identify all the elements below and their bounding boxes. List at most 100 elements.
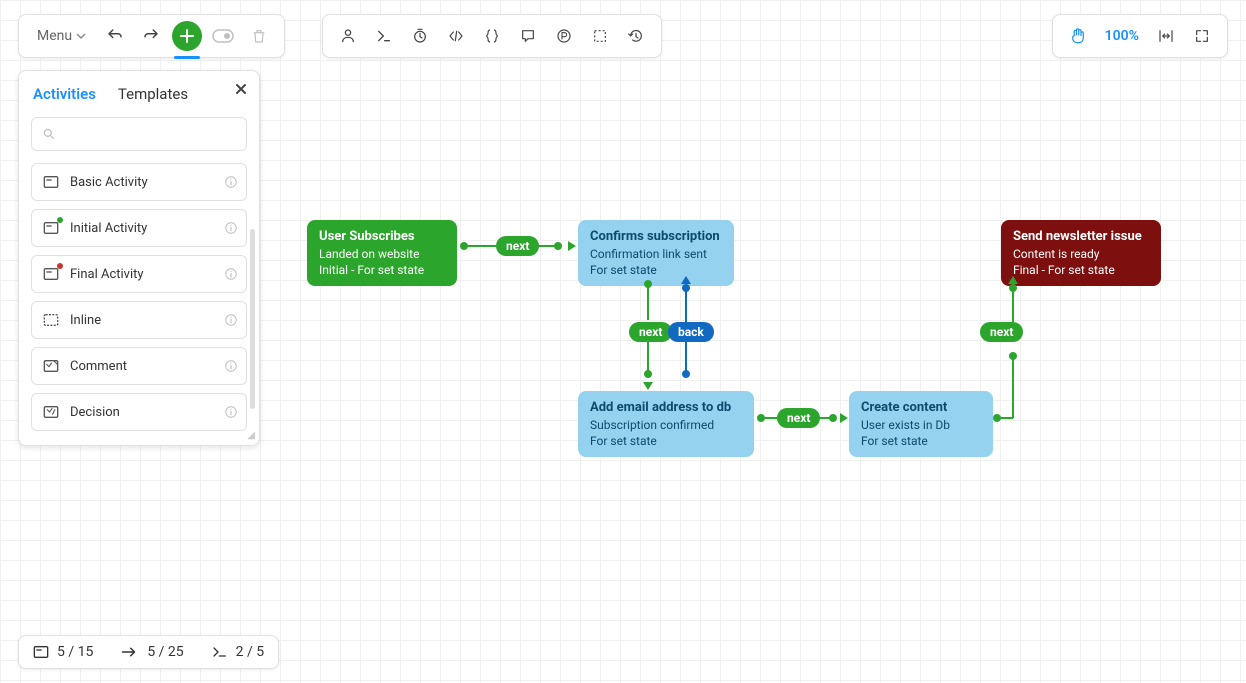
edge-port [829,414,837,422]
history-button[interactable] [621,21,651,51]
initial-activity-icon [42,219,60,237]
panel-item-initial-activity[interactable]: Initial Activity [31,209,247,247]
history-icon [628,28,644,44]
arrow-icon [121,645,139,659]
activities-panel: Activities Templates Basic Activity Init… [18,70,260,446]
stat-activities[interactable]: 5 / 15 [33,644,93,660]
panel-item-comment[interactable]: Comment [31,347,247,385]
comment-icon [42,357,60,375]
params-button[interactable] [549,21,579,51]
menu-dropdown[interactable]: Menu [29,21,94,51]
braces-button[interactable] [477,21,507,51]
clock-icon [412,28,428,44]
fit-width-button[interactable] [1151,21,1181,51]
node-title: Create content [861,399,981,417]
final-activity-icon [42,265,60,283]
select-button[interactable] [585,21,615,51]
node-title: Add email address to db [590,399,742,417]
info-icon[interactable] [224,175,238,189]
undo-icon [106,27,124,45]
edge-label-next[interactable]: next [980,322,1023,342]
actor-button[interactable] [333,21,363,51]
panel-item-inline[interactable]: Inline [31,301,247,339]
edge-arrow [840,413,848,423]
panel-item-decision[interactable]: Decision [31,393,247,431]
activity-icon [33,645,49,659]
toolbar-view: 100% [1052,14,1228,58]
node-confirms-subscription[interactable]: Confirms subscription Confirmation link … [578,220,734,286]
command-button[interactable] [369,21,399,51]
node-title: Send newsletter issue [1013,228,1149,246]
timer-button[interactable] [405,21,435,51]
stat-value: 5 / 15 [57,644,93,660]
zoom-level[interactable]: 100% [1099,28,1145,44]
panel-tabs: Activities Templates [31,81,247,107]
edge-arrow [643,382,653,390]
panel-item-label: Initial Activity [70,221,147,236]
panel-item-basic-activity[interactable]: Basic Activity [31,163,247,201]
edge-label-back[interactable]: back [668,322,714,342]
toolbar-main: Menu [18,14,285,58]
stat-transitions[interactable]: 5 / 25 [121,644,183,660]
inline-icon [42,311,60,329]
basic-activity-icon [42,173,60,191]
node-user-subscribes[interactable]: User Subscribes Landed on website Initia… [307,220,457,286]
decision-icon [42,403,60,421]
chevron-down-icon [76,31,86,41]
edge-label-next[interactable]: next [629,322,672,342]
info-icon[interactable] [224,267,238,281]
edge-line [1012,290,1014,323]
panel-item-final-activity[interactable]: Final Activity [31,255,247,293]
info-icon[interactable] [224,359,238,373]
edge-arrow [681,276,691,284]
edge-port [1009,352,1017,360]
edge-label-next[interactable]: next [777,408,820,428]
node-subtitle: Content is ready [1013,246,1149,262]
pan-button[interactable] [1063,21,1093,51]
toggle-button[interactable] [208,21,238,51]
toolbar-tools [322,14,662,58]
status-bar: 5 / 15 5 / 25 2 / 5 [18,635,279,669]
panel-item-label: Basic Activity [70,175,148,190]
close-panel-button[interactable] [235,83,247,95]
hand-icon [1069,27,1087,45]
node-add-email[interactable]: Add email address to db Subscription con… [578,391,754,457]
trash-icon [251,28,267,44]
node-state: For set state [861,433,981,449]
panel-list: Basic Activity Initial Activity Final Ac… [31,163,247,431]
stat-commands[interactable]: 2 / 5 [212,644,264,660]
panel-scrollbar[interactable] [250,229,255,409]
node-state: For set state [590,433,742,449]
redo-button[interactable] [136,21,166,51]
fit-width-icon [1157,28,1175,44]
edge-line [466,245,496,247]
edge-line [685,290,687,322]
panel-item-label: Decision [70,405,120,420]
tab-activities[interactable]: Activities [31,81,98,107]
panel-search-input[interactable] [31,117,247,151]
code-icon [447,28,465,44]
edge-label-next[interactable]: next [496,236,539,256]
resize-handle-icon[interactable]: ◢ [247,430,255,441]
edge-line [999,417,1013,419]
info-icon[interactable] [224,221,238,235]
chat-button[interactable] [513,21,543,51]
undo-button[interactable] [100,21,130,51]
node-state: Initial - For set state [319,262,445,278]
info-icon[interactable] [224,313,238,327]
braces-icon [484,28,500,44]
add-button[interactable] [172,21,202,51]
info-icon[interactable] [224,405,238,419]
plus-icon [180,29,194,43]
node-send-newsletter[interactable]: Send newsletter issue Content is ready F… [1001,220,1161,286]
panel-item-label: Comment [70,359,127,374]
delete-button[interactable] [244,21,274,51]
search-icon [42,127,56,141]
expand-icon [1194,28,1210,44]
tab-templates[interactable]: Templates [116,81,190,107]
fullscreen-button[interactable] [1187,21,1217,51]
node-state: For set state [590,262,722,278]
node-create-content[interactable]: Create content User exists in Db For set… [849,391,993,457]
code-button[interactable] [441,21,471,51]
terminal-icon [212,645,228,659]
